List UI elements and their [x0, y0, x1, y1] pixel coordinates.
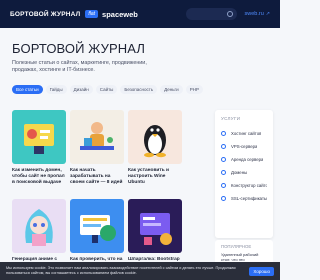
article-image[interactable]	[12, 199, 66, 253]
tab-php[interactable]: PHP	[185, 85, 203, 94]
logo-badge: flat	[85, 10, 99, 18]
sidebar-item-label: Домены	[231, 170, 248, 175]
sidebar-item-label: Конструктор сайтов	[231, 183, 267, 188]
builder-icon	[221, 183, 226, 188]
article-image[interactable]	[128, 199, 182, 253]
sidebar-item-vps[interactable]: VPS-сервера	[221, 140, 267, 153]
sidebar-item-builder[interactable]: Конструктор сайтов	[221, 179, 267, 192]
hosting-icon	[221, 131, 226, 136]
tab-guides[interactable]: Гайды	[45, 85, 67, 94]
tab-all[interactable]: Все статьи	[12, 85, 43, 94]
logo-text[interactable]: БОРТОВОЙ ЖУРНАЛ	[10, 11, 80, 18]
tab-security[interactable]: Безопасность	[120, 85, 158, 94]
category-tabs: Все статьи Гайды Дизайн Сайты Безопаснос…	[12, 85, 203, 94]
page-title: БОРТОВОЙ ЖУРНАЛ	[12, 41, 145, 56]
tab-money[interactable]: Деньги	[160, 85, 183, 94]
cookie-accept-button[interactable]: Хорошо	[249, 266, 274, 276]
sidebar-item-server[interactable]: Аренда сервера	[221, 153, 267, 166]
tab-design[interactable]: Дизайн	[69, 85, 93, 94]
article-title[interactable]: Как установить и настроить Wine Ubuntu	[128, 168, 182, 186]
article-card[interactable]: Как начать зарабатывать на своем сайте —…	[70, 110, 124, 186]
services-sidebar: УСЛУГИ Хостинг сайтов VPS-сервера Аренда…	[215, 110, 273, 238]
brand-logo[interactable]: spaceweb	[102, 10, 138, 19]
lock-icon	[221, 196, 226, 201]
external-link-icon[interactable]: ↗	[266, 11, 270, 17]
article-image[interactable]	[70, 110, 124, 164]
popular-heading: ПОПУЛЯРНОЕ	[221, 244, 252, 249]
article-card[interactable]: Как установить и настроить Wine Ubuntu	[128, 110, 182, 186]
cookie-text: Мы используем cookie. Это позволяет нам …	[6, 266, 236, 275]
article-image[interactable]	[12, 110, 66, 164]
tab-sites[interactable]: Сайты	[95, 85, 118, 94]
sidebar-item-domains[interactable]: Домены	[221, 166, 267, 179]
article-title[interactable]: Как изменить домен, чтобы сайт не пропал…	[12, 168, 66, 186]
vps-icon	[221, 144, 226, 149]
sidebar-item-label: VPS-сервера	[231, 144, 258, 149]
popular-article-link[interactable]: Удаленный рабочий стол: что это	[221, 252, 267, 262]
sidebar-item-label: Хостинг сайтов	[231, 131, 262, 136]
search-icon	[226, 11, 233, 17]
article-title[interactable]: Как начать зарабатывать на своем сайте —…	[70, 168, 124, 186]
sidebar-heading: УСЛУГИ	[221, 116, 241, 121]
sidebar-item-label: Аренда сервера	[231, 157, 264, 162]
article-card[interactable]: Как изменить домен, чтобы сайт не пропал…	[12, 110, 66, 186]
domain-icon	[221, 170, 226, 175]
cookie-banner: Мы используем cookie. Это позволяет нам …	[0, 262, 280, 280]
sidebar-item-label: SSL-сертификаты	[231, 196, 267, 201]
sidebar-item-hosting[interactable]: Хостинг сайтов	[221, 127, 267, 140]
article-card[interactable]: Генерация аниме с помощью нейросетей	[12, 199, 66, 269]
article-image[interactable]	[128, 110, 182, 164]
article-card[interactable]: Шпаргалка: Bootstrap и как его применять	[128, 199, 182, 269]
server-icon	[221, 157, 226, 162]
top-bar: БОРТОВОЙ ЖУРНАЛ flat spaceweb sweb.ru ↗	[0, 0, 280, 28]
search-input[interactable]	[185, 8, 237, 20]
sidebar-item-ssl[interactable]: SSL-сертификаты	[221, 192, 267, 205]
article-image[interactable]	[70, 199, 124, 253]
page-subtitle: Полезные статьи о сайтах, маркетинге, пр…	[12, 60, 147, 73]
site-link[interactable]: sweb.ru	[245, 11, 264, 17]
